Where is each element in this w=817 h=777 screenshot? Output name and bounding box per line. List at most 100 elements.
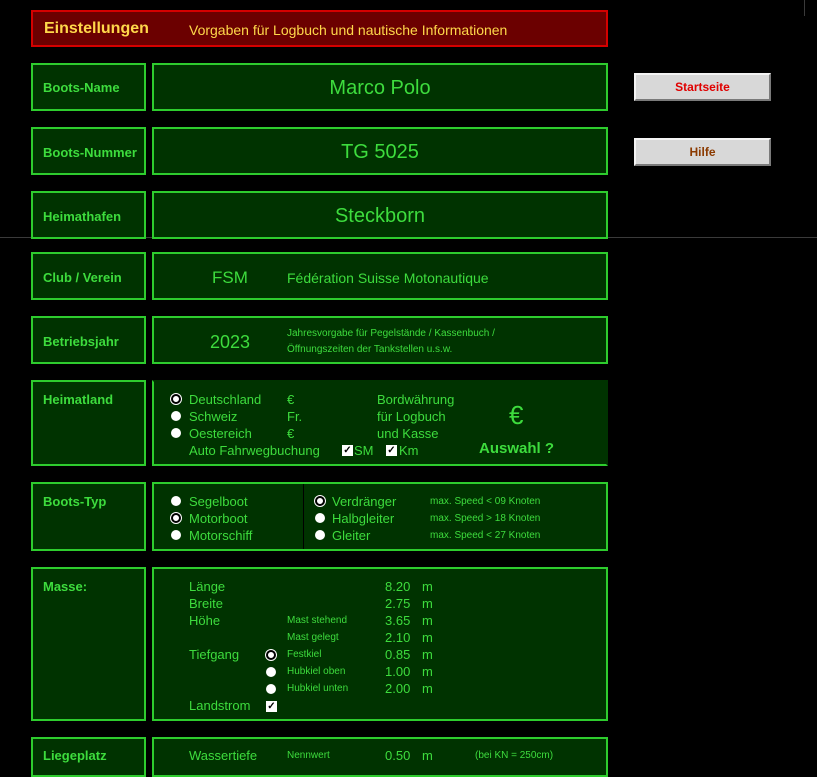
radio-motorboot[interactable] — [171, 513, 181, 523]
boat-name-label: Boots-Name — [43, 80, 120, 95]
hull-gleiter: Gleiter — [332, 528, 371, 543]
hubkiel-unten-value[interactable]: 2.00 — [385, 681, 410, 696]
hubkiel-unten-label: Hubkiel unten — [287, 683, 349, 694]
startseite-button[interactable]: Startseite — [634, 73, 771, 101]
wassertiefe-label: Wassertiefe — [189, 748, 258, 763]
hoehe-label: Höhe — [189, 613, 221, 628]
unit-m: m — [422, 647, 433, 662]
currency-text-1: Bordwährung — [377, 392, 455, 407]
club-short: FSM — [212, 268, 248, 287]
unit-m: m — [422, 613, 433, 628]
home-port-value: Steckborn — [334, 205, 426, 227]
currency-text-2: für Logbuch — [377, 409, 446, 424]
mast-gelegt-value[interactable]: 2.10 — [385, 630, 410, 645]
type-motorschiff: Motorschiff — [189, 528, 253, 543]
radio-oestereich[interactable] — [171, 428, 181, 438]
auswahl-button[interactable]: Auswahl ? — [479, 440, 554, 457]
tiefgang-label: Tiefgang — [189, 647, 240, 662]
laenge-value[interactable]: 8.20 — [385, 579, 410, 594]
radio-deutschland[interactable] — [171, 394, 181, 404]
radio-hubkiel-oben[interactable] — [266, 667, 276, 677]
masse-label-box: Masse: — [31, 567, 146, 721]
gridline — [804, 0, 805, 16]
breite-label: Breite — [189, 596, 223, 611]
club-full: Fédération Suisse Motonautique — [287, 270, 489, 286]
boat-number-label-box: Boots-Nummer — [31, 127, 146, 175]
home-port-label-box: Heimathafen — [31, 191, 146, 239]
laenge-label: Länge — [189, 579, 226, 594]
header-bar: Einstellungen Vorgaben für Logbuch und n… — [31, 10, 608, 47]
boat-number-field[interactable]: TG 5025 — [152, 127, 608, 175]
radio-halbgleiter[interactable] — [315, 513, 325, 523]
page-subtitle: Vorgaben für Logbuch und nautische Infor… — [189, 22, 508, 38]
landstrom-label: Landstrom — [189, 698, 251, 713]
currency-oestereich: € — [287, 426, 295, 441]
radio-schweiz[interactable] — [171, 411, 181, 421]
radio-segelboot[interactable] — [171, 496, 181, 506]
country-oestereich: Oestereich — [189, 426, 252, 441]
liegeplatz-label-box: Liegeplatz — [31, 737, 146, 777]
radio-motorschiff[interactable] — [171, 530, 181, 540]
currency-deutschland: € — [287, 392, 295, 407]
km-label: Km — [399, 443, 419, 458]
unit-m: m — [422, 630, 433, 645]
unit-m: m — [422, 579, 433, 594]
wassertiefe-value[interactable]: 0.50 — [385, 748, 410, 763]
boat-name-value: Marco Polo — [329, 77, 431, 99]
home-port-field[interactable]: Steckborn — [152, 191, 608, 239]
radio-verdraenger[interactable] — [315, 496, 325, 506]
year-value: 2023 — [210, 332, 251, 352]
unit-m: m — [422, 596, 433, 611]
country-deutschland: Deutschland — [189, 392, 262, 407]
boat-type-label-box: Boots-Typ — [31, 482, 146, 551]
divider — [303, 484, 304, 549]
landstrom-checkbox[interactable]: ✓ — [266, 701, 277, 712]
country-label: Heimatland — [43, 392, 114, 407]
year-field[interactable]: 2023 Jahresvorgabe für Pegelstände / Kas… — [152, 316, 608, 364]
country-panel: Deutschland € Schweiz Fr. Oestereich € B… — [152, 380, 608, 466]
masse-panel: Länge 8.20 m Breite 2.75 m Höhe Mast ste… — [152, 567, 608, 721]
boat-name-field[interactable]: Marco Polo — [152, 63, 608, 111]
radio-gleiter[interactable] — [315, 530, 325, 540]
nennwert-label: Nennwert — [287, 750, 330, 761]
club-label-box: Club / Verein — [31, 252, 146, 300]
festkiel-value[interactable]: 0.85 — [385, 647, 410, 662]
club-label: Club / Verein — [43, 270, 122, 285]
liegeplatz-panel: Wassertiefe Nennwert 0.50 m (bei KN = 25… — [152, 737, 608, 777]
speed-halbgleiter: max. Speed > 18 Knoten — [430, 513, 541, 524]
boat-name-label-box: Boots-Name — [31, 63, 146, 111]
masse-label: Masse: — [43, 579, 88, 594]
country-schweiz: Schweiz — [189, 409, 238, 424]
year-label: Betriebsjahr — [43, 334, 119, 349]
km-checkbox[interactable]: ✓ — [386, 445, 397, 456]
hubkiel-oben-value[interactable]: 1.00 — [385, 664, 410, 679]
year-note-1: Jahresvorgabe für Pegelstände / Kassenbu… — [287, 328, 495, 339]
breite-value[interactable]: 2.75 — [385, 596, 410, 611]
kn-note: (bei KN = 250cm) — [475, 750, 554, 761]
radio-hubkiel-unten[interactable] — [266, 684, 276, 694]
radio-festkiel[interactable] — [266, 650, 276, 660]
hilfe-button[interactable]: Hilfe — [634, 138, 771, 166]
year-label-box: Betriebsjahr — [31, 316, 146, 364]
club-field[interactable]: FSM Fédération Suisse Motonautique — [152, 252, 608, 300]
currency-text-3: und Kasse — [377, 426, 439, 441]
unit-m: m — [422, 681, 433, 696]
unit-m: m — [422, 748, 433, 763]
home-port-label: Heimathafen — [43, 209, 122, 224]
year-note-2: Öffnungszeiten der Tankstellen u.s.w. — [287, 344, 453, 355]
boat-type-label: Boots-Typ — [43, 494, 107, 509]
boat-number-label: Boots-Nummer — [43, 145, 137, 160]
type-motorboot: Motorboot — [189, 511, 248, 526]
speed-gleiter: max. Speed < 27 Knoten — [430, 530, 541, 541]
boat-type-panel: Segelboot Motorboot Motorschiff Verdräng… — [152, 482, 608, 551]
type-segelboot: Segelboot — [189, 494, 248, 509]
mast-gelegt-label: Mast gelegt — [287, 632, 339, 643]
hubkiel-oben-label: Hubkiel oben — [287, 666, 346, 677]
auto-route-label: Auto Fahrwegbuchung — [189, 443, 320, 458]
boat-number-value: TG 5025 — [341, 141, 419, 163]
currency-schweiz: Fr. — [287, 409, 303, 424]
liegeplatz-label: Liegeplatz — [43, 748, 107, 763]
page-title: Einstellungen — [44, 20, 149, 37]
sm-checkbox[interactable]: ✓ — [342, 445, 353, 456]
mast-stehend-value[interactable]: 3.65 — [385, 613, 410, 628]
